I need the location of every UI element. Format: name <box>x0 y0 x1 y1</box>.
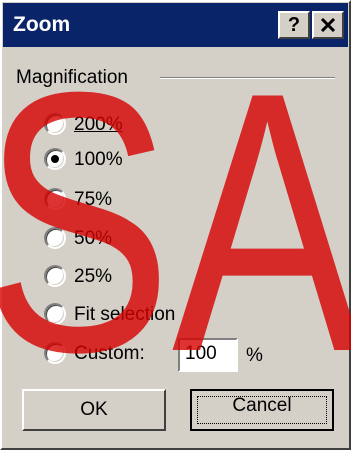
ok-button[interactable]: OK <box>22 389 166 431</box>
radio-label-75: 75% <box>74 189 113 210</box>
cancel-label: Cancel <box>232 395 292 416</box>
custom-percent-label: % <box>246 345 263 366</box>
title-bar[interactable]: Zoom ? <box>3 3 348 47</box>
radio-button-200[interactable] <box>44 113 66 135</box>
radio-button-100[interactable] <box>44 148 66 170</box>
group-divider <box>160 77 335 79</box>
radio-button-50[interactable] <box>44 227 66 249</box>
radio-button-custom[interactable] <box>44 342 66 364</box>
radio-label-50: 50% <box>74 228 113 249</box>
radio-label-200: 200% <box>74 114 123 135</box>
radio-button-25[interactable] <box>44 265 66 287</box>
help-button[interactable]: ? <box>278 11 310 39</box>
close-icon <box>320 18 336 32</box>
dialog-title: Zoom <box>13 13 71 36</box>
cancel-button[interactable]: Cancel <box>190 389 334 431</box>
radio-label-100: 100% <box>74 149 123 170</box>
radio-button-fit-selection[interactable] <box>44 303 66 325</box>
radio-label-custom: Custom: <box>74 343 145 364</box>
magnification-group-label: Magnification <box>16 66 136 90</box>
close-button[interactable] <box>312 11 344 39</box>
radio-label-25: 25% <box>74 266 113 287</box>
radio-label-fit-selection: Fit selection <box>74 304 176 325</box>
custom-zoom-input[interactable]: 100 <box>178 338 238 372</box>
radio-button-75[interactable] <box>44 188 66 210</box>
